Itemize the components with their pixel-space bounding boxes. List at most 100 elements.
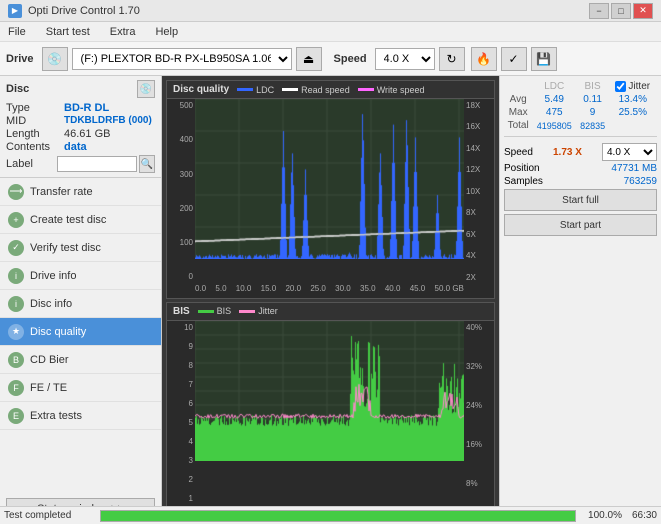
- contents-label: Contents: [6, 141, 64, 153]
- verify-button[interactable]: ✓: [501, 47, 527, 71]
- nav-cd-bier[interactable]: B CD Bier: [0, 346, 161, 374]
- progress-status: Test completed: [4, 510, 94, 521]
- menubar: File Start test Extra Help: [0, 22, 661, 42]
- burn-button[interactable]: 🔥: [471, 47, 497, 71]
- nav-extra-tests-label: Extra tests: [30, 410, 82, 422]
- chart2-canvas: [195, 321, 464, 506]
- disc-panel: Disc 💿 Type BD-R DL MID TDKBLDRFB (000) …: [0, 76, 161, 178]
- speed-select[interactable]: 4.0 X: [375, 48, 435, 70]
- label-field-label: Label: [6, 158, 57, 170]
- disc-section-title: Disc: [6, 83, 29, 95]
- eject-button[interactable]: ⏏: [296, 47, 322, 71]
- bis-color: [198, 310, 214, 313]
- contents-value: data: [64, 141, 87, 153]
- progress-bar-inner: [101, 511, 575, 521]
- sidebar: Disc 💿 Type BD-R DL MID TDKBLDRFB (000) …: [0, 76, 162, 524]
- speed-select-stats[interactable]: 4.0 X: [602, 143, 657, 161]
- legend-bis-label: BIS: [217, 306, 232, 316]
- app-icon: ▶: [8, 4, 22, 18]
- transfer-rate-icon: ⟶: [8, 184, 24, 200]
- chart1-title: Disc quality: [173, 84, 229, 95]
- total-label: Total: [504, 119, 532, 132]
- fe-te-icon: F: [8, 380, 24, 396]
- jitter-checkbox-row: Jitter: [615, 81, 655, 92]
- jitter-label: Jitter: [628, 81, 650, 92]
- nav-extra-tests[interactable]: E Extra tests: [0, 402, 161, 430]
- maximize-button[interactable]: □: [611, 3, 631, 19]
- refresh-button[interactable]: ↻: [439, 47, 465, 71]
- mid-value: TDKBLDRFB (000): [64, 115, 152, 127]
- nav-disc-info-label: Disc info: [30, 298, 72, 310]
- avg-bis: 0.11: [576, 93, 609, 106]
- stats-panel: LDC BIS Jitter Avg 5.49 0.11 13.4: [499, 76, 661, 524]
- nav-fe-te[interactable]: F FE / TE: [0, 374, 161, 402]
- stats-header-bis: BIS: [576, 80, 609, 93]
- start-part-button[interactable]: Start part: [504, 214, 657, 236]
- samples-value: 763259: [624, 176, 657, 187]
- legend-write-speed: Write speed: [358, 85, 425, 95]
- nav-create-test-disc[interactable]: + Create test disc: [0, 206, 161, 234]
- samples-label: Samples: [504, 176, 543, 187]
- bis-jitter-chart: BIS BIS Jitter 10987654321: [166, 302, 495, 521]
- chart2-y-right: 40%32%24%16%8%: [464, 321, 494, 506]
- menu-extra[interactable]: Extra: [106, 24, 140, 40]
- progress-percent: 100.0%: [582, 510, 622, 521]
- disc-quality-icon: ★: [8, 324, 24, 340]
- avg-label: Avg: [504, 93, 532, 106]
- max-jitter: 25.5%: [613, 106, 652, 119]
- length-value: 46.61 GB: [64, 128, 110, 140]
- chart1-y-right: 18X16X14X12X10X8X6X4X2X: [464, 99, 494, 284]
- disc-info-icon: i: [8, 296, 24, 312]
- nav-disc-info[interactable]: i Disc info: [0, 290, 161, 318]
- menu-file[interactable]: File: [4, 24, 30, 40]
- chart2-y-left: 10987654321: [167, 321, 195, 506]
- chart1-canvas: [195, 99, 464, 284]
- chart1-body: 5004003002001000 18X16X14X12X10X8X6X4X2X: [167, 99, 494, 284]
- avg-ldc: 5.49: [532, 93, 576, 106]
- start-full-button[interactable]: Start full: [504, 189, 657, 211]
- drive-select[interactable]: (F:) PLEXTOR BD-R PX-LB950SA 1.06: [72, 48, 292, 70]
- close-button[interactable]: ✕: [633, 3, 653, 19]
- legend-read-speed: Read speed: [282, 85, 350, 95]
- label-icon-button[interactable]: 🔍: [139, 155, 155, 173]
- window-controls: − □ ✕: [589, 3, 653, 19]
- mid-label: MID: [6, 115, 64, 127]
- minimize-button[interactable]: −: [589, 3, 609, 19]
- menu-start-test[interactable]: Start test: [42, 24, 94, 40]
- legend-ldc-label: LDC: [256, 85, 274, 95]
- progress-bar-area: Test completed 100.0% 66:30: [0, 506, 661, 524]
- jitter-checkbox[interactable]: [615, 81, 626, 92]
- drive-icon-button[interactable]: 💿: [42, 47, 68, 71]
- chart1-y-left: 5004003002001000: [167, 99, 195, 284]
- drive-info-icon: i: [8, 268, 24, 284]
- create-disc-icon: +: [8, 212, 24, 228]
- position-label: Position: [504, 163, 540, 174]
- nav-verify-test-disc-label: Verify test disc: [30, 242, 101, 254]
- legend-read-speed-label: Read speed: [301, 85, 350, 95]
- max-label: Max: [504, 106, 532, 119]
- legend-bis: BIS: [198, 306, 232, 316]
- jitter-color: [239, 310, 255, 313]
- app-title: Opti Drive Control 1.70: [28, 5, 140, 17]
- write-speed-color: [358, 88, 374, 91]
- chart2-title: BIS: [173, 306, 190, 317]
- nav-verify-test-disc[interactable]: ✓ Verify test disc: [0, 234, 161, 262]
- label-input[interactable]: [57, 156, 137, 172]
- disc-icon-button[interactable]: 💿: [137, 80, 155, 98]
- toolbar: Drive 💿 (F:) PLEXTOR BD-R PX-LB950SA 1.0…: [0, 42, 661, 76]
- speed-label: Speed: [334, 53, 367, 65]
- disc-quality-chart: Disc quality LDC Read speed Write speed: [166, 80, 495, 299]
- nav-transfer-rate[interactable]: ⟶ Transfer rate: [0, 178, 161, 206]
- max-bis: 9: [576, 106, 609, 119]
- chart1-header: Disc quality LDC Read speed Write speed: [167, 81, 494, 99]
- stats-table: LDC BIS Jitter Avg 5.49 0.11 13.4: [504, 80, 657, 132]
- menu-help[interactable]: Help: [151, 24, 182, 40]
- position-value: 47731 MB: [611, 163, 657, 174]
- nav-drive-info[interactable]: i Drive info: [0, 262, 161, 290]
- ldc-color: [237, 88, 253, 91]
- cd-bier-icon: B: [8, 352, 24, 368]
- type-value: BD-R DL: [64, 102, 109, 114]
- save-button[interactable]: 💾: [531, 47, 557, 71]
- nav-disc-quality[interactable]: ★ Disc quality: [0, 318, 161, 346]
- drive-label: Drive: [6, 53, 34, 65]
